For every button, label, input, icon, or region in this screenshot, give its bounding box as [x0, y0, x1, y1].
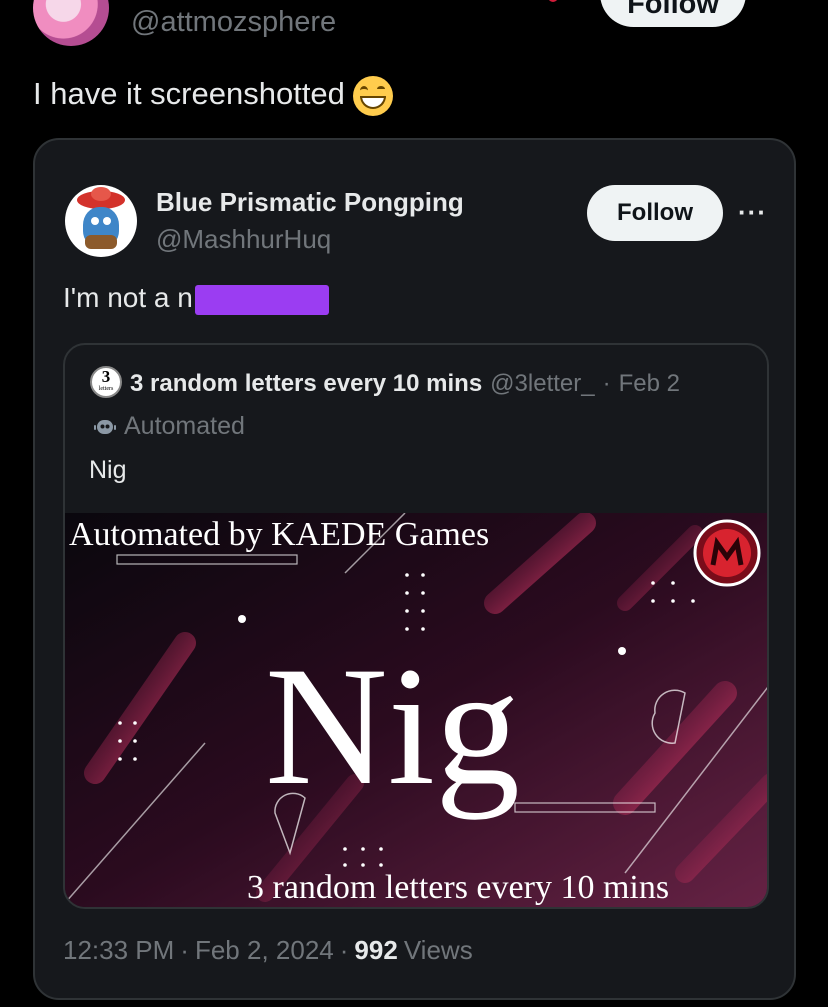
- media-main-word: Nig: [265, 632, 520, 820]
- separator: ·: [602, 370, 611, 397]
- nested-tweet-header: 3 random letters every 10 mins @3letter_…: [130, 370, 680, 398]
- quoted-tweet-text-content: I'm not a n: [63, 282, 193, 313]
- post-text: I have it screenshotted: [33, 74, 393, 116]
- automated-label: Automated: [94, 412, 245, 441]
- separator: ·: [180, 935, 189, 965]
- nested-author-avatar[interactable]: 3 letters: [90, 366, 122, 398]
- nested-quoted-tweet[interactable]: 3 letters 3 random letters every 10 mins…: [63, 343, 769, 909]
- follow-button[interactable]: Follow: [600, 0, 746, 27]
- avatar-number: 3: [101, 367, 111, 386]
- nested-tweet-text: Nig: [89, 456, 127, 484]
- views-label[interactable]: Views: [404, 935, 473, 966]
- more-options-icon[interactable]: ···: [738, 197, 767, 228]
- quoted-author-name[interactable]: Blue Prismatic Pongping: [156, 187, 464, 218]
- author-handle[interactable]: @attmozsphere: [131, 6, 336, 39]
- robot-icon: [94, 419, 116, 434]
- tweet-time[interactable]: 12:33 PM: [63, 935, 174, 966]
- separator: ·: [339, 935, 349, 965]
- tweet-date[interactable]: Feb 2, 2024: [195, 935, 334, 966]
- nested-author-handle[interactable]: @3letter_: [490, 370, 594, 398]
- views-count[interactable]: 992: [354, 935, 397, 966]
- nested-author-name[interactable]: 3 random letters every 10 mins: [130, 370, 482, 398]
- notification-dot: [548, 0, 558, 2]
- kaede-logo: [693, 519, 761, 587]
- automated-text: Automated: [124, 412, 245, 440]
- avatar[interactable]: [33, 0, 109, 46]
- quoted-tweet-text: I'm not a n: [63, 282, 329, 315]
- media-header-text: Automated by KAEDE Games: [69, 516, 489, 553]
- quoted-author-avatar[interactable]: [65, 185, 137, 257]
- quoted-follow-button[interactable]: Follow: [587, 185, 723, 241]
- post-text-content: I have it screenshotted: [33, 76, 345, 111]
- media-footer-text: 3 random letters every 10 mins: [247, 869, 669, 906]
- nested-tweet-date[interactable]: Feb 2: [619, 370, 680, 398]
- media-image[interactable]: Automated by KAEDE Games Nig 3 random le…: [65, 513, 769, 909]
- redaction-bar: [194, 285, 329, 315]
- quoted-author-handle[interactable]: @MashhurHuq: [156, 224, 331, 255]
- tweet-footer: 12:33 PM · Feb 2, 2024 · 992 Views: [63, 935, 473, 966]
- grinning-face-icon: [352, 76, 393, 116]
- quoted-tweet-card[interactable]: Blue Prismatic Pongping @MashhurHuq Foll…: [33, 138, 796, 1000]
- avatar-sub: letters: [98, 386, 114, 392]
